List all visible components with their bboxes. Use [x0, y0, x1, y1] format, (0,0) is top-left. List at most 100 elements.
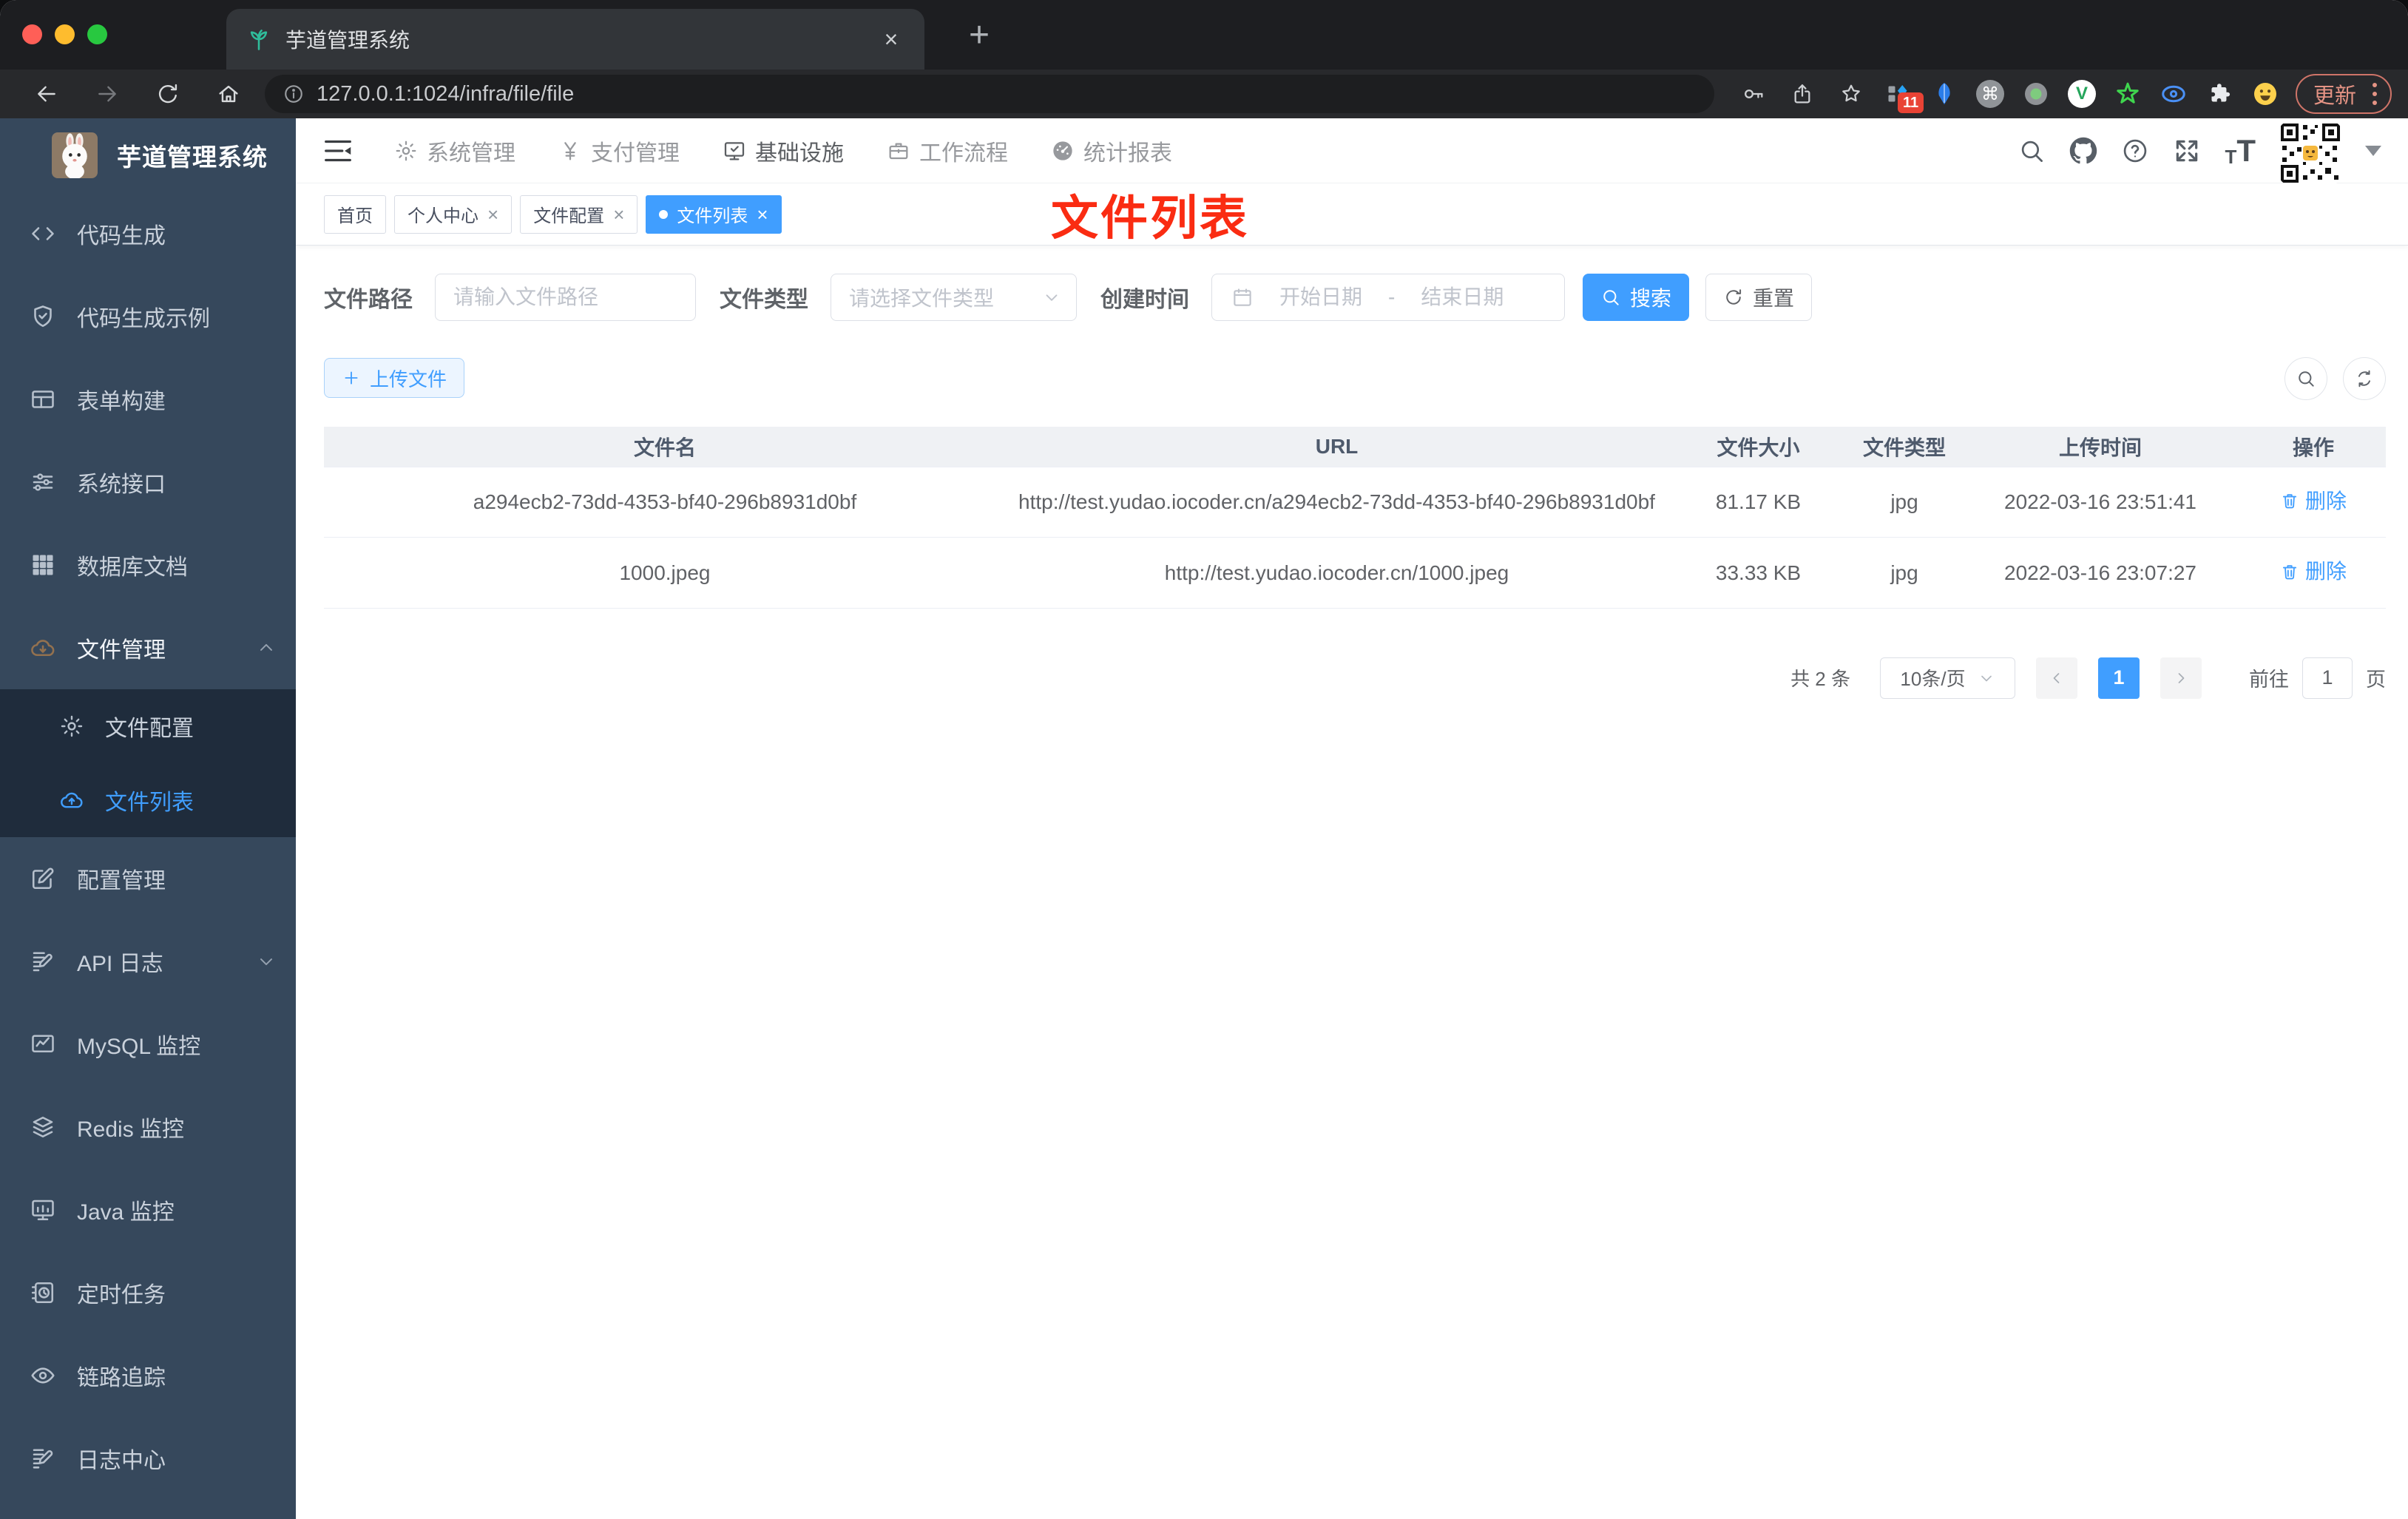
tag-profile[interactable]: 个人中心 ×	[394, 194, 513, 234]
github-icon[interactable]	[2069, 137, 2097, 165]
extension-grey-green-icon[interactable]	[2013, 73, 2059, 115]
sidebar-item-api-log[interactable]: API 日志	[0, 920, 296, 1003]
search-icon[interactable]	[2018, 137, 2046, 165]
cell-url: http://test.yudao.iocoder.cn/1000.jpeg	[1006, 537, 1668, 609]
goto-page-input[interactable]	[2302, 657, 2353, 699]
forward-button[interactable]	[77, 73, 138, 115]
delete-label: 删除	[2304, 560, 2347, 583]
minimize-window-button[interactable]	[55, 24, 75, 44]
topnav-infrastructure[interactable]: 基础设施	[701, 118, 865, 183]
start-date-input[interactable]	[1262, 285, 1379, 309]
sidebar-item-scheduled-tasks[interactable]: 定时任务	[0, 1251, 296, 1334]
password-key-icon[interactable]	[1729, 73, 1778, 115]
font-size-icon[interactable]: TT	[2225, 135, 2256, 166]
tag-close-icon[interactable]: ×	[757, 205, 768, 224]
sidebar-item-db-doc[interactable]: 数据库文档	[0, 524, 296, 606]
end-date-input[interactable]	[1404, 285, 1521, 309]
browser-menu-dots-icon[interactable]	[2364, 83, 2386, 105]
upload-button[interactable]: 上传文件	[324, 358, 464, 398]
browser-tab-strip: 芋道管理系统 × +	[0, 0, 2408, 70]
extension-eye-icon[interactable]	[2151, 73, 2196, 115]
sidebar-item-file-config[interactable]: 文件配置	[0, 689, 296, 763]
help-icon[interactable]	[2121, 137, 2149, 165]
reload-button[interactable]	[138, 73, 198, 115]
sidebar-item-config-management[interactable]: 配置管理	[0, 837, 296, 920]
page-info-icon[interactable]	[283, 83, 305, 105]
tab-close-icon[interactable]: ×	[877, 26, 905, 53]
search-button[interactable]: 搜索	[1583, 274, 1689, 321]
page-content: 文件路径 文件类型 请选择文件类型 创建时间 -	[296, 246, 2408, 1519]
file-path-input[interactable]	[439, 285, 692, 309]
sidebar-item-label: 表单构建	[77, 390, 166, 414]
page-number-button[interactable]: 1	[2098, 657, 2140, 699]
bookmark-star-icon[interactable]	[1827, 73, 1876, 115]
tag-home[interactable]: 首页	[324, 194, 386, 234]
calendar-icon	[1234, 288, 1251, 306]
extensions-puzzle-icon[interactable]	[2196, 73, 2242, 115]
toggle-search-button[interactable]	[2284, 357, 2327, 400]
sidebar-item-label: 代码生成	[77, 224, 166, 248]
update-label: 更新	[2313, 84, 2356, 108]
topnav-system-management[interactable]: 系统管理	[373, 118, 537, 183]
sidebar-item-tracing[interactable]: 链路追踪	[0, 1334, 296, 1417]
chevron-down-icon	[260, 958, 272, 966]
extension-tag-assistant-icon[interactable]: 11	[1876, 73, 1924, 115]
topnav-workflow[interactable]: 工作流程	[865, 118, 1029, 183]
delete-button[interactable]: 删除	[2280, 484, 2347, 518]
tag-close-icon[interactable]: ×	[613, 205, 624, 224]
sidebar-item-log-center[interactable]: 日志中心	[0, 1417, 296, 1500]
refresh-table-button[interactable]	[2343, 357, 2386, 400]
back-button[interactable]	[16, 73, 77, 115]
avatar-dropdown-caret-icon[interactable]	[2365, 145, 2381, 156]
close-window-button[interactable]	[22, 24, 42, 44]
reset-button[interactable]: 重置	[1705, 274, 1812, 321]
topnav-label: 基础设施	[755, 141, 844, 166]
next-page-button[interactable]	[2160, 657, 2202, 699]
user-avatar-qr[interactable]	[2279, 121, 2341, 184]
sidebar-item-file-list[interactable]: 文件列表	[0, 763, 296, 837]
url-bar[interactable]: 127.0.0.1:1024/infra/file/file	[265, 75, 1714, 113]
topnav-statistics-report[interactable]: 统计报表	[1029, 118, 1194, 183]
tag-file-config[interactable]: 文件配置 ×	[520, 194, 638, 234]
browser-update-button[interactable]: 更新	[2295, 74, 2392, 114]
tag-file-list[interactable]: 文件列表 ×	[646, 194, 782, 234]
sidebar-item-java-monitor[interactable]: Java 监控	[0, 1168, 296, 1251]
date-range-picker[interactable]: -	[1211, 274, 1565, 321]
extension-vue-devtools-icon[interactable]: V	[2059, 73, 2105, 115]
topnav-payment-management[interactable]: 支付管理	[537, 118, 701, 183]
sidebar-item-form-builder[interactable]: 表单构建	[0, 358, 296, 441]
pagination: 共 2 条 10条/页 1 前往 页	[324, 657, 2386, 699]
sidebar-logo[interactable]: 芋道管理系统	[0, 118, 296, 192]
tag-close-icon[interactable]: ×	[487, 205, 498, 224]
zoom-window-button[interactable]	[87, 24, 107, 44]
page-size-select[interactable]: 10条/页	[1880, 657, 2015, 699]
sidebar-item-system-api[interactable]: 系统接口	[0, 441, 296, 524]
sidebar-item-redis-monitor[interactable]: Redis 监控	[0, 1086, 296, 1168]
extension-command-icon[interactable]: ⌘	[1967, 73, 2013, 115]
share-icon[interactable]	[1778, 73, 1827, 115]
delete-button[interactable]: 删除	[2280, 555, 2347, 588]
file-path-label: 文件路径	[324, 288, 413, 312]
monitor-check-icon	[724, 141, 745, 160]
prev-page-button[interactable]	[2036, 657, 2077, 699]
topnav-label: 工作流程	[919, 141, 1008, 166]
form-table-icon	[32, 390, 54, 408]
fullscreen-icon[interactable]	[2173, 137, 2201, 165]
topnav-label: 系统管理	[427, 141, 515, 166]
sidebar-collapse-icon[interactable]	[321, 134, 355, 168]
home-button[interactable]	[198, 73, 259, 115]
pagination-goto: 前往 页	[2249, 657, 2386, 699]
sidebar-item-code-gen-example[interactable]: 代码生成示例	[0, 275, 296, 358]
browser-tab[interactable]: 芋道管理系统 ×	[226, 9, 924, 70]
sidebar-item-code-generation[interactable]: 代码生成	[0, 192, 296, 275]
document-pencil-icon	[33, 952, 53, 972]
extension-green-star-icon[interactable]	[2105, 73, 2151, 115]
sidebar-item-mysql-monitor[interactable]: MySQL 监控	[0, 1003, 296, 1086]
extension-kite-icon[interactable]	[1921, 73, 1967, 115]
new-tab-button[interactable]: +	[958, 16, 1000, 58]
file-type-select[interactable]: 请选择文件类型	[831, 274, 1077, 321]
plus-icon	[345, 371, 358, 385]
tag-label: 首页	[337, 206, 373, 226]
extension-emoji-icon[interactable]	[2242, 73, 2288, 115]
sidebar-item-file-management[interactable]: 文件管理	[0, 606, 296, 689]
